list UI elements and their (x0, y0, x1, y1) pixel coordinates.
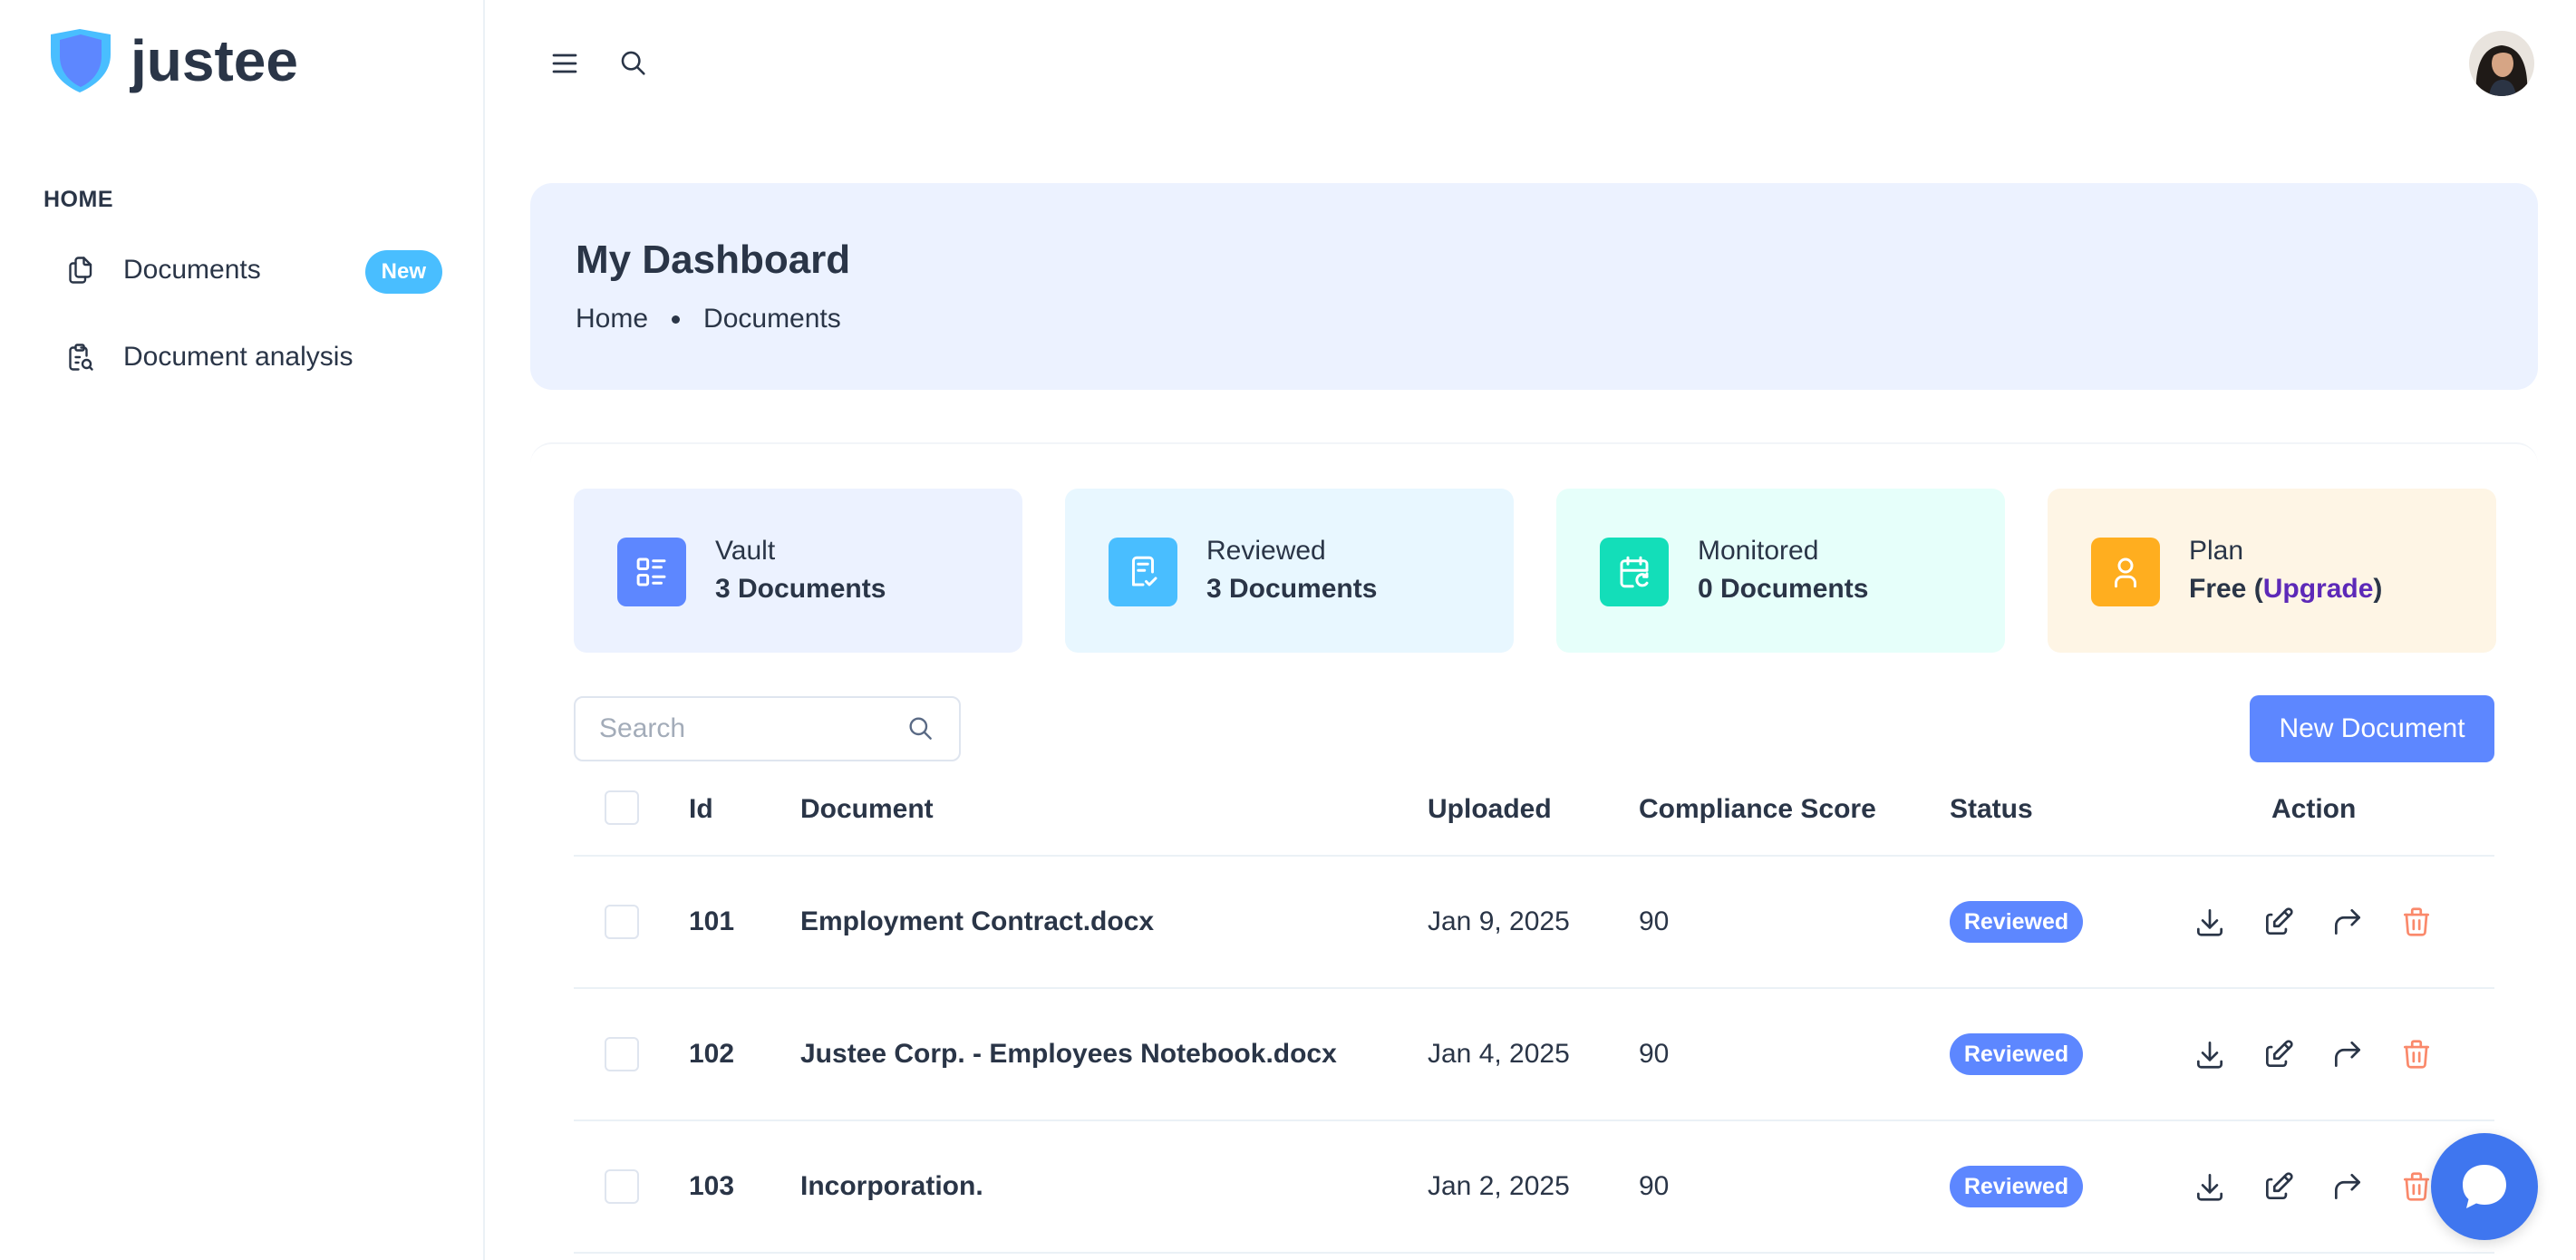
row-document-link[interactable]: Employment Contract.docx (800, 906, 1154, 937)
select-all-checkbox[interactable] (605, 790, 639, 825)
chat-launcher-button[interactable] (2431, 1133, 2538, 1240)
stat-value: Free (Upgrade) (2189, 574, 2382, 605)
column-header-document: Document (800, 794, 934, 824)
sidebar-item-label: Documents (123, 255, 261, 285)
user-avatar[interactable] (2469, 31, 2534, 96)
column-header-compliance-score: Compliance Score (1639, 794, 1876, 824)
column-header-uploaded: Uploaded (1428, 794, 1552, 824)
search-icon[interactable] (906, 714, 935, 748)
delete-icon[interactable] (2397, 902, 2436, 942)
sidebar: justee HOME Documents New Document analy… (0, 0, 485, 1260)
table-divider (574, 1252, 2494, 1254)
sidebar-item-documents[interactable]: Documents New (44, 234, 442, 306)
row-checkbox[interactable] (605, 1169, 639, 1204)
download-icon[interactable] (2190, 1034, 2230, 1074)
breadcrumb: Home Documents (576, 304, 841, 334)
row-score: 90 (1639, 1171, 1670, 1201)
brand-logo[interactable]: justee (44, 27, 298, 94)
new-document-button[interactable]: New Document (2250, 695, 2494, 762)
document-analysis-icon (53, 341, 107, 373)
stat-label: Monitored (1698, 536, 1819, 566)
row-id: 102 (689, 1039, 735, 1069)
row-checkbox[interactable] (605, 1037, 639, 1071)
share-icon[interactable] (2328, 902, 2368, 942)
user-icon (2091, 538, 2160, 606)
nav-section-home: HOME (44, 187, 113, 212)
topbar (487, 0, 2576, 127)
brand-name: justee (131, 28, 298, 93)
breadcrumb-card: My Dashboard Home Documents (530, 183, 2538, 390)
stat-value: 3 Documents (715, 574, 886, 604)
chat-bubble-icon (2463, 1165, 2506, 1208)
download-icon[interactable] (2190, 1167, 2230, 1207)
documents-icon (53, 254, 107, 286)
plan-suffix: ) (2373, 574, 2383, 604)
row-checkbox[interactable] (605, 905, 639, 939)
row-uploaded: Jan 2, 2025 (1428, 1171, 1570, 1201)
stat-label: Plan (2189, 536, 2244, 566)
status-badge: Reviewed (1950, 1033, 2083, 1075)
sidebar-item-label: Document analysis (123, 342, 353, 372)
search-icon[interactable] (614, 44, 654, 83)
table-divider (574, 855, 2494, 857)
edit-icon[interactable] (2259, 1167, 2299, 1207)
status-badge: Reviewed (1950, 901, 2083, 943)
stat-value: 3 Documents (1206, 574, 1378, 604)
column-header-action: Action (2271, 794, 2357, 824)
row-uploaded: Jan 9, 2025 (1428, 906, 1570, 936)
stat-value: 0 Documents (1698, 574, 1869, 604)
stat-label: Vault (715, 536, 776, 566)
shield-logo-icon (51, 29, 111, 92)
calendar-refresh-icon (1600, 538, 1669, 606)
stat-monitored: Monitored 0 Documents (1556, 489, 2005, 653)
breadcrumb-home-link[interactable]: Home (576, 304, 648, 334)
hamburger-icon[interactable] (545, 44, 585, 83)
search-box (574, 696, 961, 761)
list-icon (617, 538, 686, 606)
document-check-icon (1109, 538, 1177, 606)
breadcrumb-current: Documents (703, 304, 841, 334)
status-badge: Reviewed (1950, 1166, 2083, 1207)
edit-icon[interactable] (2259, 1034, 2299, 1074)
share-icon[interactable] (2328, 1034, 2368, 1074)
edit-icon[interactable] (2259, 902, 2299, 942)
page-title: My Dashboard (576, 237, 851, 282)
share-icon[interactable] (2328, 1167, 2368, 1207)
stat-label: Reviewed (1206, 536, 1326, 566)
table-divider (574, 987, 2494, 989)
sidebar-item-document-analysis[interactable]: Document analysis (44, 321, 442, 393)
plan-name: Free ( (2189, 574, 2263, 604)
row-score: 90 (1639, 1039, 1670, 1069)
stat-reviewed: Reviewed 3 Documents (1065, 489, 1514, 653)
table-divider (574, 1119, 2494, 1121)
stat-vault: Vault 3 Documents (574, 489, 1022, 653)
row-document-link[interactable]: Justee Corp. - Employees Notebook.docx (800, 1039, 1337, 1070)
row-id: 103 (689, 1171, 735, 1201)
row-id: 101 (689, 906, 735, 936)
search-input[interactable] (599, 713, 889, 744)
row-score: 90 (1639, 906, 1670, 936)
download-icon[interactable] (2190, 902, 2230, 942)
row-uploaded: Jan 4, 2025 (1428, 1039, 1570, 1069)
row-document-link[interactable]: Incorporation. (800, 1171, 983, 1202)
column-header-id: Id (689, 794, 713, 824)
delete-icon[interactable] (2397, 1034, 2436, 1074)
new-badge: New (364, 250, 442, 294)
column-header-status: Status (1950, 794, 2033, 824)
upgrade-link[interactable]: Upgrade (2263, 574, 2374, 604)
stat-plan: Plan Free (Upgrade) (2048, 489, 2496, 653)
breadcrumb-separator (672, 315, 681, 324)
